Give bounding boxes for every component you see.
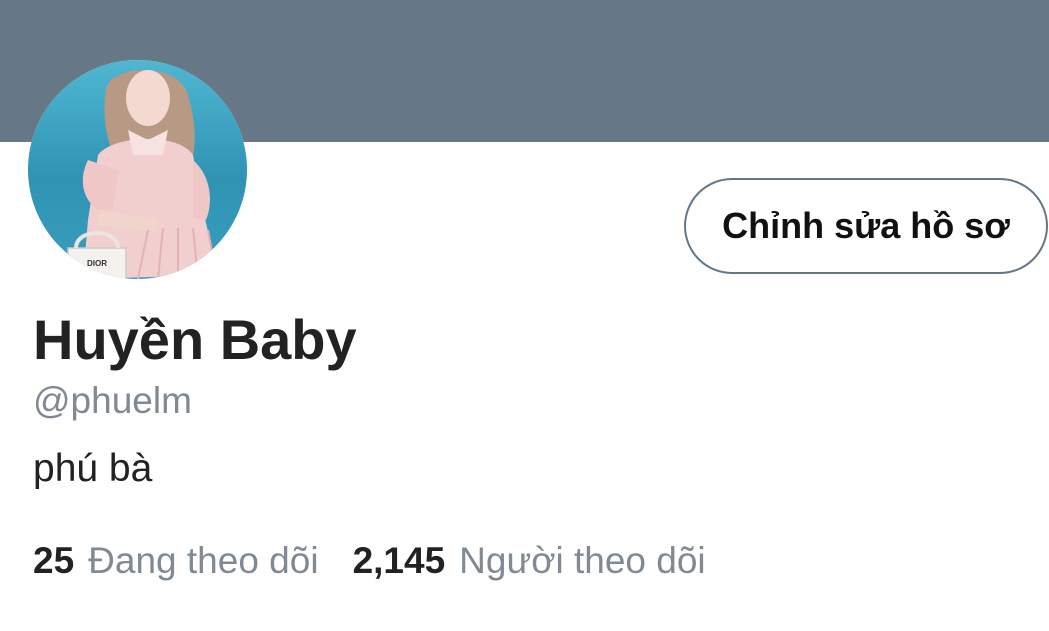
follow-stats: 25 Đang theo dõi 2,145 Người theo dõi <box>33 540 706 582</box>
following-count: 25 <box>33 540 75 581</box>
display-name: Huyền Baby <box>33 308 357 371</box>
following-link[interactable]: 25 Đang theo dõi <box>33 540 319 582</box>
profile-bio: phú bà <box>33 447 153 490</box>
avatar-image: DIOR <box>28 60 247 279</box>
profile-avatar[interactable]: DIOR <box>28 60 247 279</box>
username-handle: @phuelm <box>33 380 192 421</box>
svg-text:DIOR: DIOR <box>87 259 107 268</box>
followers-link[interactable]: 2,145 Người theo dõi <box>353 540 706 582</box>
following-label: Đang theo dõi <box>88 540 319 581</box>
edit-profile-button[interactable]: Chỉnh sửa hồ sơ <box>684 178 1048 274</box>
followers-count: 2,145 <box>352 540 446 581</box>
followers-label: Người theo dõi <box>459 540 706 581</box>
edit-profile-label: Chỉnh sửa hồ sơ <box>722 205 1010 246</box>
